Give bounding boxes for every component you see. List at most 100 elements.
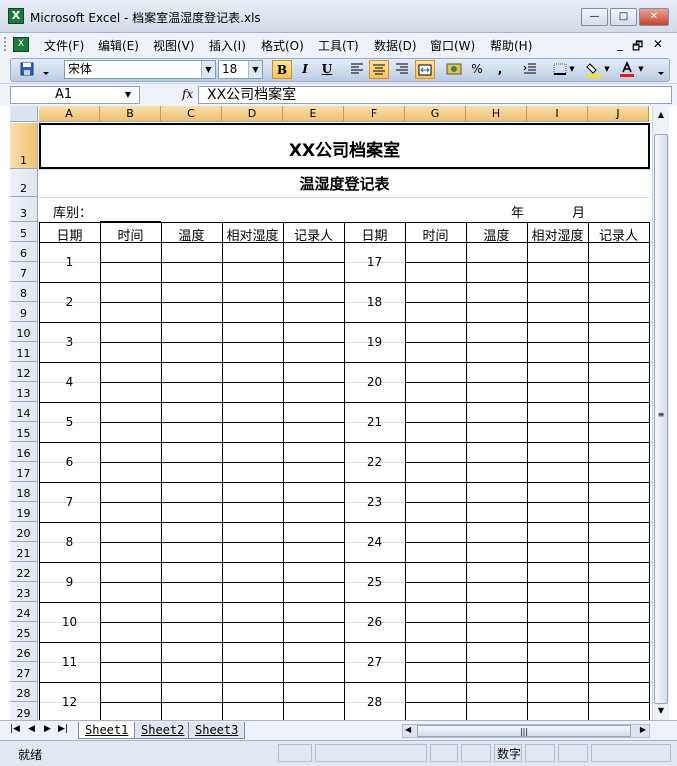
column-header-c[interactable]: C — [161, 106, 222, 122]
select-all-button[interactable] — [10, 106, 38, 122]
row-header-25[interactable]: 25 — [10, 622, 38, 642]
row-header-13[interactable]: 13 — [10, 382, 38, 402]
row-header-9[interactable]: 9 — [10, 302, 38, 322]
vertical-scrollbar[interactable]: ▲ ≡ ▼ — [652, 106, 669, 720]
toolbar-options-icon[interactable] — [655, 60, 667, 79]
doc-close-button[interactable]: ✕ — [653, 37, 663, 51]
column-header-g[interactable]: G — [405, 106, 466, 122]
name-box[interactable]: A1 ▼ — [10, 86, 140, 104]
doc-restore-button[interactable]: 🗗 — [632, 37, 643, 58]
italic-button[interactable]: I — [295, 60, 315, 79]
row-header-15[interactable]: 15 — [10, 422, 38, 442]
row-header-18[interactable]: 18 — [10, 482, 38, 502]
row-header-20[interactable]: 20 — [10, 522, 38, 542]
chevron-down-icon[interactable]: ▼ — [567, 60, 577, 79]
underline-button[interactable]: U — [317, 60, 337, 79]
horizontal-scrollbar[interactable]: ◀ ||| ▶ — [402, 724, 650, 738]
column-header-f[interactable]: F — [344, 106, 405, 122]
menu-edit[interactable]: 编辑(E) — [98, 37, 139, 54]
row-header-6[interactable]: 6 — [10, 242, 38, 262]
currency-icon[interactable] — [444, 60, 464, 79]
row-header-16[interactable]: 16 — [10, 442, 38, 462]
row-header-29[interactable]: 29 — [10, 702, 38, 720]
chevron-down-icon[interactable]: ▼ — [201, 61, 215, 78]
first-sheet-icon[interactable]: |◀ — [10, 724, 20, 734]
menu-format[interactable]: 格式(O) — [261, 37, 304, 54]
row-header-27[interactable]: 27 — [10, 662, 38, 682]
row-header-5[interactable]: 5 — [10, 222, 38, 242]
worksheet-grid[interactable]: ABCDEFGHIJ 1 2 3 5 6 7 8 9 10 11 12 13 14 15 16 17 18 19 2… — [10, 106, 650, 720]
scroll-right-icon[interactable]: ▶ — [640, 725, 646, 734]
row-header-23[interactable]: 23 — [10, 582, 38, 602]
scroll-left-icon[interactable]: ◀ — [405, 725, 411, 734]
document-icon[interactable]: X — [13, 37, 29, 52]
row-header-24[interactable]: 24 — [10, 602, 38, 622]
font-color-icon[interactable] — [617, 60, 637, 79]
row-header-10[interactable]: 10 — [10, 322, 38, 342]
prev-sheet-icon[interactable]: ◀ — [28, 724, 35, 734]
indent-icon[interactable] — [520, 60, 540, 79]
column-header-b[interactable]: B — [100, 106, 161, 122]
fill-color-icon[interactable] — [584, 60, 604, 79]
tab-sheet1[interactable]: Sheet1 — [78, 722, 136, 739]
menu-file[interactable]: 文件(F) — [44, 37, 84, 54]
row-header-19[interactable]: 19 — [10, 502, 38, 522]
menu-insert[interactable]: 插入(I) — [209, 37, 246, 54]
grip-handle[interactable] — [4, 37, 7, 51]
menu-window[interactable]: 窗口(W) — [430, 37, 475, 54]
row-header-26[interactable]: 26 — [10, 642, 38, 662]
insert-function-icon[interactable]: fx — [182, 87, 193, 101]
excel-icon[interactable]: X — [8, 8, 24, 24]
row-header-21[interactable]: 21 — [10, 542, 38, 562]
row-header-2[interactable]: 2 — [10, 169, 38, 197]
row-header-28[interactable]: 28 — [10, 682, 38, 702]
row-header-22[interactable]: 22 — [10, 562, 38, 582]
horizontal-scroll-thumb[interactable]: ||| — [417, 725, 631, 737]
chevron-down-icon[interactable]: ▼ — [636, 60, 646, 79]
column-header-e[interactable]: E — [283, 106, 344, 122]
align-left-icon[interactable] — [347, 60, 367, 79]
vertical-scroll-thumb[interactable]: ≡ — [654, 134, 668, 704]
save-icon[interactable] — [17, 60, 37, 79]
chevron-down-icon[interactable]: ▼ — [602, 60, 612, 79]
menu-help[interactable]: 帮助(H) — [490, 37, 532, 54]
next-sheet-icon[interactable]: ▶ — [44, 724, 51, 734]
row-header-8[interactable]: 8 — [10, 282, 38, 302]
close-button[interactable]: ✕ — [639, 8, 669, 26]
column-header-h[interactable]: H — [466, 106, 527, 122]
minimize-button[interactable]: — — [581, 8, 608, 26]
row-header-17[interactable]: 17 — [10, 462, 38, 482]
font-size-select[interactable]: 18 ▼ — [218, 60, 263, 79]
column-header-i[interactable]: I — [527, 106, 588, 122]
row-header-3[interactable]: 3 — [10, 197, 38, 222]
column-header-d[interactable]: D — [222, 106, 283, 122]
column-header-j[interactable]: J — [588, 106, 649, 122]
scroll-up-icon[interactable]: ▲ — [654, 108, 668, 122]
chevron-down-icon[interactable]: ▼ — [125, 87, 131, 103]
row-header-12[interactable]: 12 — [10, 362, 38, 382]
cell-area[interactable]: XX公司档案室 温湿度登记表 库别：年月日期 时间 温度 相对湿度 记录人 日期 时间 温度 相对湿… — [39, 123, 650, 720]
doc-minimize-button[interactable]: _ — [617, 37, 623, 51]
tab-sheet3[interactable]: Sheet3 — [188, 722, 246, 739]
chevron-down-icon[interactable]: ▼ — [248, 61, 262, 78]
row-header-11[interactable]: 11 — [10, 342, 38, 362]
comma-button[interactable]: , — [490, 60, 510, 79]
align-center-icon[interactable] — [369, 60, 389, 79]
column-header-a[interactable]: A — [39, 106, 100, 122]
formula-input[interactable]: XX公司档案室 — [198, 86, 672, 104]
menu-tools[interactable]: 工具(T) — [318, 37, 359, 54]
merge-center-icon[interactable] — [415, 60, 435, 79]
menu-view[interactable]: 视图(V) — [153, 37, 195, 54]
toolbar-options-icon[interactable] — [40, 60, 52, 79]
percent-button[interactable]: % — [467, 60, 487, 79]
bold-button[interactable]: B — [272, 60, 292, 79]
scroll-down-icon[interactable]: ▼ — [654, 704, 668, 718]
font-name-select[interactable]: 宋体 ▼ — [64, 60, 216, 79]
menu-data[interactable]: 数据(D) — [374, 37, 417, 54]
align-right-icon[interactable] — [392, 60, 412, 79]
row-header-7[interactable]: 7 — [10, 262, 38, 282]
row-header-1[interactable]: 1 — [10, 123, 38, 169]
tab-sheet2[interactable]: Sheet2 — [134, 722, 192, 739]
last-sheet-icon[interactable]: ▶| — [58, 724, 68, 734]
row-header-14[interactable]: 14 — [10, 402, 38, 422]
